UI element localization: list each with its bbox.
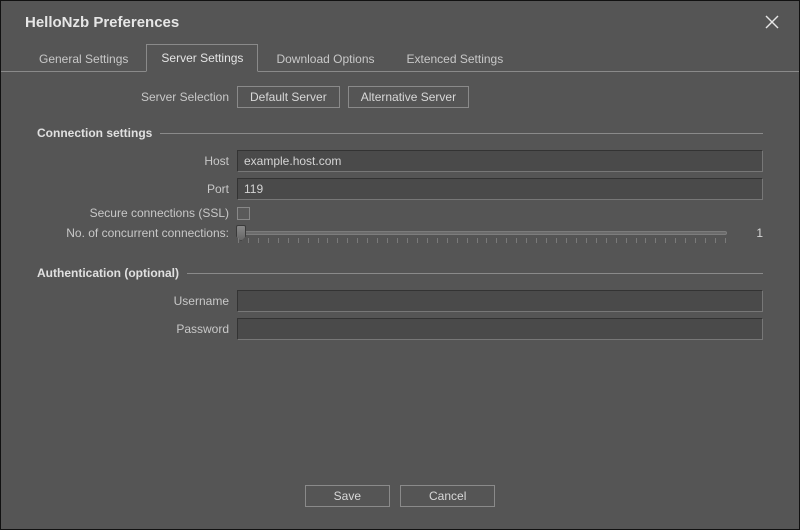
tab-server[interactable]: Server Settings (146, 44, 258, 72)
host-label: Host (37, 154, 237, 168)
window-title: HelloNzb Preferences (25, 14, 179, 31)
default-server-button[interactable]: Default Server (237, 86, 340, 108)
username-input[interactable] (237, 290, 763, 312)
concurrent-connections-slider[interactable] (237, 231, 727, 235)
port-label: Port (37, 182, 237, 196)
preferences-window: HelloNzb Preferences General Settings Se… (0, 0, 800, 530)
concurrent-connections-label: No. of concurrent connections: (37, 226, 237, 240)
ssl-checkbox[interactable] (237, 207, 250, 220)
slider-ticks (238, 238, 726, 246)
username-label: Username (37, 294, 237, 308)
port-input[interactable] (237, 178, 763, 200)
password-label: Password (37, 322, 237, 336)
host-input[interactable] (237, 150, 763, 172)
dialog-footer: Save Cancel (1, 485, 799, 507)
section-divider (187, 273, 763, 274)
titlebar: HelloNzb Preferences (1, 1, 799, 43)
server-selection-label: Server Selection (37, 90, 237, 104)
section-connection-title: Connection settings (37, 126, 160, 140)
alternative-server-button[interactable]: Alternative Server (348, 86, 469, 108)
tab-download[interactable]: Download Options (262, 46, 388, 72)
concurrent-connections-value: 1 (735, 226, 763, 240)
section-divider (160, 133, 763, 134)
cancel-button[interactable]: Cancel (400, 485, 495, 507)
tab-extended[interactable]: Extenced Settings (393, 46, 518, 72)
tab-general[interactable]: General Settings (25, 46, 142, 72)
section-connection: Connection settings (37, 126, 763, 140)
close-icon[interactable] (761, 11, 783, 33)
section-auth-title: Authentication (optional) (37, 266, 187, 280)
password-input[interactable] (237, 318, 763, 340)
section-authentication: Authentication (optional) (37, 266, 763, 280)
save-button[interactable]: Save (305, 485, 390, 507)
tab-panel-server: Server Selection Default Server Alternat… (1, 72, 799, 340)
tab-bar: General Settings Server Settings Downloa… (1, 43, 799, 72)
ssl-label: Secure connections (SSL) (37, 206, 237, 220)
